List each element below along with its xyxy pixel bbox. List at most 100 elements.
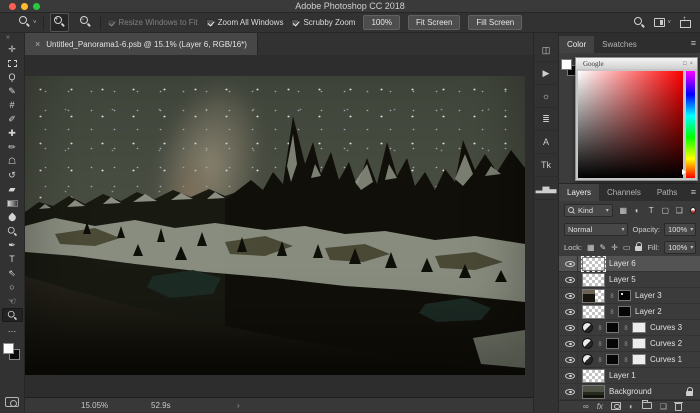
filter-adjustment-layers-icon[interactable]: ◐ [632, 206, 643, 215]
layer-name[interactable]: Layer 6 [609, 259, 636, 268]
layer-row[interactable]: ∞ ∞ Curves 2 [559, 336, 700, 352]
link-layers-button[interactable]: ∞ [583, 402, 589, 411]
hue-slider-pointer[interactable] [682, 169, 686, 175]
delete-layer-button[interactable] [675, 400, 682, 413]
quick-mask-button[interactable] [5, 397, 19, 407]
vector-mask-thumbnail[interactable] [632, 338, 646, 349]
lasso-tool[interactable]: Ϙ [2, 70, 23, 84]
mask-link-icon[interactable]: ∞ [596, 325, 603, 330]
libraries-panel-icon[interactable]: ≣ [534, 108, 559, 131]
google-window-titlebar[interactable]: Google □ × [576, 58, 697, 69]
search-icon[interactable] [634, 17, 645, 28]
lock-artboard-icon[interactable]: ▭ [623, 243, 631, 252]
histogram-panel-icon[interactable]: ▂▅▃ [534, 177, 559, 200]
mask-link-icon[interactable]: ∞ [608, 309, 615, 314]
filter-smart-objects-icon[interactable]: ❏ [674, 206, 685, 215]
document-tab[interactable]: × Untitled_Panorama1-6.psb @ 15.1% (Laye… [25, 33, 258, 55]
edit-toolbar-button[interactable]: … [2, 322, 23, 336]
brush-tool[interactable]: ✏ [2, 140, 23, 154]
foreground-color-swatch[interactable] [561, 59, 572, 70]
layer-mask-thumbnail[interactable] [618, 290, 631, 301]
layer-row[interactable]: ∞ ∞ Curves 1 [559, 352, 700, 368]
lock-position-icon[interactable]: ✛ [611, 243, 618, 252]
quick-selection-tool[interactable]: ✎ [2, 84, 23, 98]
mask-link-icon[interactable]: ∞ [622, 357, 629, 362]
visibility-toggle[interactable] [563, 320, 578, 335]
workspace-switcher[interactable]: ˅ [654, 18, 671, 27]
collapse-tools-icon[interactable]: » [0, 33, 10, 42]
layer-mask-thumbnail[interactable] [606, 338, 619, 349]
filter-pixel-layers-icon[interactable]: ▦ [618, 206, 629, 215]
layer-row[interactable]: ∞ Layer 3 [559, 288, 700, 304]
new-layer-button[interactable]: ❏ [660, 402, 667, 411]
visibility-toggle[interactable] [563, 304, 578, 319]
opacity-field[interactable]: 100% ▾ [664, 223, 696, 236]
filter-kind-dropdown[interactable]: Kind ▾ [564, 204, 613, 217]
close-icon[interactable]: × [690, 61, 693, 67]
layer-thumbnail[interactable] [582, 289, 605, 303]
move-tool[interactable]: ✛ [2, 42, 23, 56]
eyedropper-tool[interactable]: ✐ [2, 112, 23, 126]
layer-name[interactable]: Curves 1 [650, 355, 682, 364]
zoom-tool[interactable] [2, 308, 23, 322]
mask-link-icon[interactable]: ∞ [622, 325, 629, 330]
visibility-toggle[interactable] [563, 288, 578, 303]
glyphs-panel-icon[interactable]: A [534, 131, 559, 154]
layer-name[interactable]: Layer 5 [609, 275, 636, 284]
adjustments-panel-icon[interactable]: ☼ [534, 85, 559, 108]
zoom-in-button[interactable]: + [50, 13, 69, 32]
tab-layers[interactable]: Layers [559, 184, 599, 201]
google-floating-window[interactable]: Google □ × [575, 57, 698, 181]
maximize-icon[interactable]: □ [683, 61, 687, 67]
filter-shape-layers-icon[interactable]: ▢ [660, 206, 671, 215]
tab-paths[interactable]: Paths [649, 184, 685, 201]
eraser-tool[interactable]: ▰ [2, 182, 23, 196]
saturation-brightness-picker[interactable] [578, 71, 683, 178]
checkbox-icon[interactable] [291, 19, 299, 27]
filter-type-layers-icon[interactable]: T [646, 206, 657, 215]
layer-style-button[interactable]: fx [597, 402, 603, 411]
layer-row[interactable]: ∞ ∞ Curves 3 [559, 320, 700, 336]
dodge-tool[interactable] [2, 224, 23, 238]
layer-name[interactable]: Layer 3 [635, 291, 662, 300]
mask-link-icon[interactable]: ∞ [622, 341, 629, 346]
tab-swatches[interactable]: Swatches [594, 36, 645, 53]
document-canvas-image[interactable] [25, 76, 525, 375]
brushes-panel-icon[interactable]: ◫ [534, 39, 559, 62]
visibility-toggle[interactable] [563, 384, 578, 399]
layer-row[interactable]: Background [559, 384, 700, 400]
tool-preset-button[interactable] [16, 14, 33, 31]
path-selection-tool[interactable]: ⇖ [2, 266, 23, 280]
tool-preset-chevron-icon[interactable]: ˅ [33, 20, 37, 26]
visibility-toggle[interactable] [563, 368, 578, 383]
layer-mask-thumbnail[interactable] [606, 322, 619, 333]
panel-menu-icon[interactable]: ≡ [691, 38, 696, 48]
panel-menu-icon[interactable]: ≡ [691, 187, 696, 197]
share-icon[interactable] [680, 17, 690, 28]
zoom-out-button[interactable]: − [77, 14, 94, 31]
pen-tool[interactable]: ✒ [2, 238, 23, 252]
zoom-all-windows-checkbox[interactable]: Zoom All Windows [206, 18, 284, 27]
typekit-panel-icon[interactable]: Tk [534, 154, 559, 177]
type-tool[interactable]: T [2, 252, 23, 266]
layer-row[interactable]: ∞ Layer 2 [559, 304, 700, 320]
curves-adjustment-icon[interactable] [582, 338, 593, 349]
hue-slider[interactable] [686, 71, 695, 178]
tab-channels[interactable]: Channels [599, 184, 649, 201]
layer-thumbnail[interactable] [582, 369, 605, 383]
foreground-color-swatch[interactable] [3, 343, 14, 354]
layer-row[interactable]: Layer 5 [559, 272, 700, 288]
visibility-toggle[interactable] [563, 256, 578, 271]
add-mask-button[interactable] [611, 402, 621, 412]
adjustment-layer-button[interactable]: ◐ [629, 402, 634, 411]
rectangular-marquee-tool[interactable] [2, 56, 23, 70]
layer-name[interactable]: Background [609, 387, 652, 396]
filter-toggle[interactable] [690, 207, 696, 214]
layer-name[interactable]: Layer 1 [609, 371, 636, 380]
visibility-toggle[interactable] [563, 336, 578, 351]
layer-name[interactable]: Layer 2 [635, 307, 662, 316]
spot-healing-brush-tool[interactable]: ✚ [2, 126, 23, 140]
history-brush-tool[interactable]: ↺ [2, 168, 23, 182]
fill-screen-button[interactable]: Fill Screen [468, 15, 522, 30]
layer-row[interactable]: Layer 1 [559, 368, 700, 384]
